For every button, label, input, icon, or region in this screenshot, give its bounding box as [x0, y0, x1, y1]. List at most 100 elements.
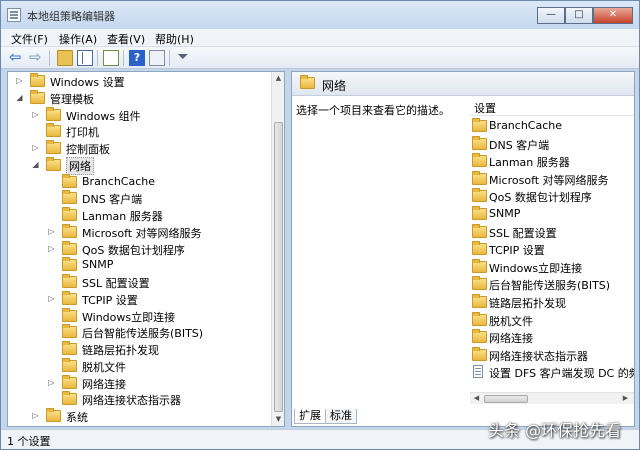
toolbar-separator — [97, 50, 98, 66]
expand-arrow-icon[interactable]: ▷ — [15, 75, 24, 86]
list-item-label: SNMP — [489, 207, 521, 220]
tree-item-label: SNMP — [82, 258, 114, 272]
list-item-label: BranchCache — [489, 119, 563, 132]
up-folder-icon[interactable] — [57, 50, 73, 66]
folder-icon — [472, 206, 487, 220]
folder-icon — [62, 357, 77, 372]
menu-action[interactable]: 操作(A) — [59, 31, 97, 47]
folder-icon — [62, 240, 77, 255]
list-item-label: Microsoft 对等网络服务 — [489, 173, 609, 187]
tree-item-label: 链路层拓扑发现 — [82, 344, 159, 357]
list-item-label: Lanman 服务器 — [489, 156, 570, 170]
collapse-arrow-icon[interactable]: ◢ — [15, 92, 24, 103]
list-item-label: 后台智能传送服务(BITS) — [489, 279, 611, 293]
expand-arrow-icon[interactable]: ▷ — [47, 243, 56, 254]
scrollbar-thumb[interactable] — [484, 395, 528, 403]
title-bar[interactable]: 本地组策略编辑器 — □ ✕ — [1, 1, 639, 29]
export-list-icon[interactable] — [103, 50, 119, 66]
show-hide-tree-icon[interactable] — [77, 50, 93, 66]
column-header-label: 设置 — [474, 102, 496, 115]
tree-item-label: 系统 — [66, 411, 88, 424]
expand-arrow-icon[interactable]: ▷ — [47, 377, 56, 388]
expand-arrow-icon[interactable]: ▷ — [47, 226, 56, 237]
back-icon[interactable]: ⇦ — [9, 50, 25, 66]
expand-arrow-icon[interactable]: ▷ — [31, 109, 40, 120]
detail-pane: 网络 选择一个项目来查看它的描述。 设置 BranchCache DNS 客户端 L… — [291, 71, 635, 427]
list-item-label: DNS 客户端 — [489, 138, 550, 152]
folder-icon — [472, 188, 487, 203]
folder-icon — [300, 75, 315, 89]
menu-file[interactable]: 文件(F) — [11, 31, 48, 47]
folder-icon — [472, 153, 487, 168]
list-item-label: SSL 配置设置 — [489, 226, 557, 240]
app-icon — [7, 8, 21, 22]
folder-icon — [472, 258, 487, 273]
tree-item-label: Windows立即连接 — [82, 310, 176, 324]
tab-extended[interactable]: 扩展 — [294, 409, 326, 424]
tree-item-label: 网络 — [66, 156, 94, 175]
list-horizontal-scrollbar[interactable]: ◀ ▶ — [470, 392, 634, 404]
close-button[interactable]: ✕ — [593, 7, 633, 24]
expand-arrow-icon[interactable]: ▷ — [31, 410, 40, 421]
tree-item-label: 后台智能传送服务(BITS) — [82, 327, 204, 341]
description-text: 选择一个项目来查看它的描述。 — [296, 104, 450, 117]
detail-title: 网络 — [322, 79, 347, 93]
tree-item-label: Windows 设置 — [50, 76, 125, 89]
folder-icon — [62, 274, 77, 288]
tree-pane[interactable]: ▷ Windows 设置 ◢ 管理模板 ▷ Windows 组件 打印机 ▷ 控制面板 ◢ 网络 Br… — [7, 71, 285, 427]
status-text: 1 个设置 — [7, 435, 51, 448]
scroll-right-icon[interactable]: ▶ — [620, 393, 631, 403]
filter-icon[interactable]: ⏷ — [175, 50, 191, 66]
menu-view[interactable]: 查看(V) — [107, 31, 145, 47]
scroll-down-icon[interactable]: ▼ — [273, 414, 284, 424]
toolbar-separator — [49, 50, 50, 66]
folder-icon — [62, 290, 77, 305]
minimize-button[interactable]: — — [537, 7, 565, 24]
folder-icon — [62, 190, 77, 205]
folder-icon — [62, 341, 77, 355]
toolbar-separator — [123, 50, 124, 66]
folder-icon — [472, 329, 487, 344]
expand-arrow-icon[interactable]: ▷ — [47, 293, 56, 304]
scroll-up-icon[interactable]: ▲ — [273, 73, 284, 83]
folder-icon — [46, 408, 61, 422]
folder-icon — [62, 257, 77, 272]
tree-item-label: 网络连接状态指示器 — [82, 394, 181, 408]
list-item-label: 网络连接状态指示器 — [489, 349, 588, 363]
collapse-arrow-icon[interactable]: ◢ — [31, 159, 40, 170]
tree-vertical-scrollbar[interactable]: ▲ ▼ — [271, 72, 284, 426]
folder-icon — [62, 223, 77, 238]
folder-icon — [472, 346, 487, 361]
tree-item-label: 管理模板 — [50, 92, 94, 106]
folder-icon — [472, 294, 487, 308]
tree-item-label: 打印机 — [66, 126, 99, 140]
tree-item-label: Windows 组件 — [66, 109, 141, 123]
window-title: 本地组策略编辑器 — [27, 10, 115, 23]
tree-item-label: TCPIP 设置 — [82, 293, 138, 307]
folder-icon — [46, 106, 61, 121]
tree-item-label: DNS 客户端 — [82, 193, 143, 207]
folder-icon — [472, 276, 487, 291]
list-item-label: 脱机文件 — [489, 314, 533, 328]
column-header-setting[interactable]: 设置 — [470, 96, 634, 116]
scrollbar-thumb[interactable] — [274, 122, 283, 412]
maximize-button[interactable]: □ — [565, 7, 593, 24]
folder-icon — [62, 173, 77, 188]
list-item-label: TCPIP 设置 — [489, 244, 545, 258]
expand-arrow-icon[interactable]: ▷ — [31, 142, 40, 153]
properties-icon[interactable] — [149, 50, 165, 66]
forward-icon[interactable]: ⇨ — [29, 50, 45, 66]
folder-icon — [472, 311, 487, 326]
menu-help[interactable]: 帮助(H) — [155, 31, 194, 47]
menu-bar: 文件(F) 操作(A) 查看(V) 帮助(H) — [1, 29, 639, 47]
folder-icon — [472, 223, 487, 238]
tab-standard[interactable]: 标准 — [325, 409, 357, 424]
list-item-label: 设置 DFS 客户端发现 DC 的频率 — [489, 367, 635, 381]
group-policy-editor-window: 本地组策略编辑器 — □ ✕ 文件(F) 操作(A) 查看(V) 帮助(H) ⇦… — [0, 0, 640, 450]
toolbar-separator — [169, 50, 170, 66]
watermark: 头条 @环保抢先看 — [488, 421, 622, 440]
folder-icon — [62, 324, 77, 339]
scroll-left-icon[interactable]: ◀ — [471, 393, 482, 403]
help-icon[interactable]: ? — [129, 50, 145, 66]
list-item-label: Windows立即连接 — [489, 261, 583, 275]
